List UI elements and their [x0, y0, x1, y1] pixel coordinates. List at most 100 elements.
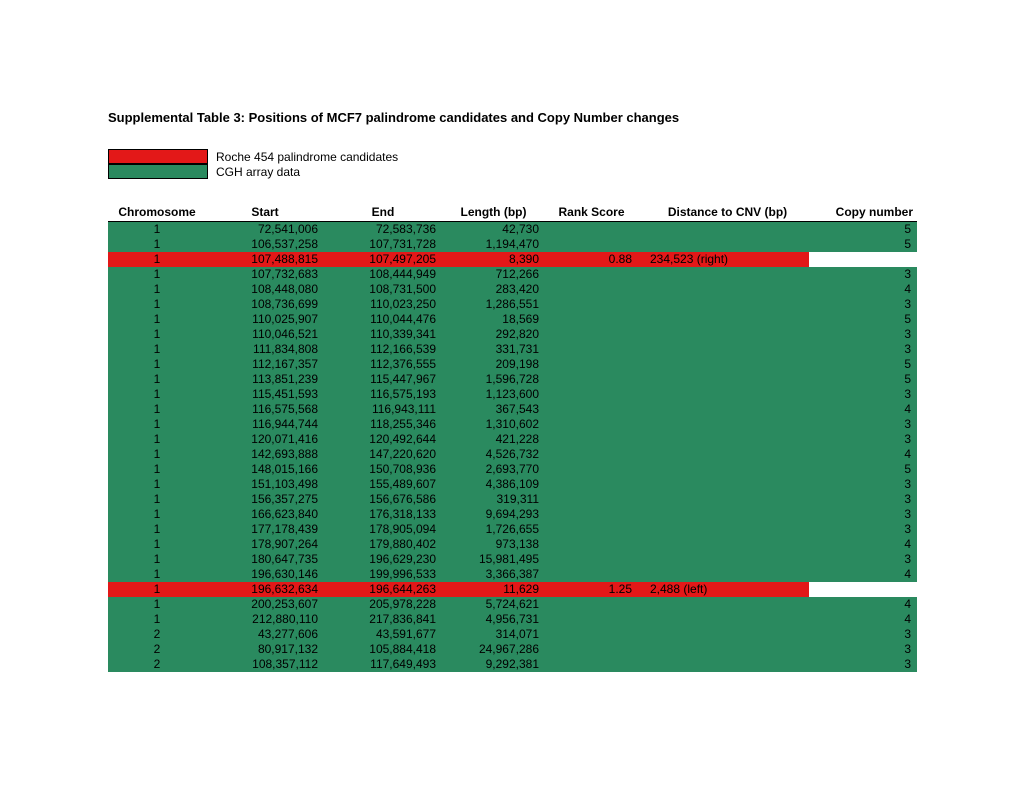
cell: 166,623,840	[206, 507, 324, 522]
cell: 3	[809, 507, 917, 522]
table-body: 172,541,00672,583,73642,73051106,537,258…	[108, 222, 917, 673]
table-row: 1110,025,907110,044,47618,5695	[108, 312, 917, 327]
table-row: 1166,623,840176,318,1339,694,2933	[108, 507, 917, 522]
cell: 212,880,110	[206, 612, 324, 627]
cell: 110,046,521	[206, 327, 324, 342]
cell: 1	[108, 567, 206, 582]
cell	[638, 522, 809, 537]
table-row: 1177,178,439178,905,0941,726,6553	[108, 522, 917, 537]
cell	[809, 582, 917, 597]
cell	[638, 297, 809, 312]
cell: 1	[108, 537, 206, 552]
cell: 11,629	[442, 582, 545, 597]
cell: 112,376,555	[324, 357, 442, 372]
cell: 5	[809, 357, 917, 372]
cell	[638, 237, 809, 252]
cell: 314,071	[442, 627, 545, 642]
cell: 2	[108, 657, 206, 672]
cell: 196,644,263	[324, 582, 442, 597]
cell: 156,676,586	[324, 492, 442, 507]
cell: 5,724,621	[442, 597, 545, 612]
cell: 108,357,112	[206, 657, 324, 672]
cell: 118,255,346	[324, 417, 442, 432]
table-row: 1116,944,744118,255,3461,310,6023	[108, 417, 917, 432]
cell: 179,880,402	[324, 537, 442, 552]
table-row: 243,277,60643,591,677314,0713	[108, 627, 917, 642]
cell: 115,447,967	[324, 372, 442, 387]
cell: 1	[108, 522, 206, 537]
cell	[545, 492, 638, 507]
cell: 42,730	[442, 222, 545, 238]
table-row: 1115,451,593116,575,1931,123,6003	[108, 387, 917, 402]
cell	[545, 612, 638, 627]
cell	[545, 447, 638, 462]
cell: 113,851,239	[206, 372, 324, 387]
cell: 43,591,677	[324, 627, 442, 642]
table-row: 1180,647,735196,629,23015,981,4953	[108, 552, 917, 567]
cell	[545, 462, 638, 477]
cell: 3	[809, 552, 917, 567]
cell: 283,420	[442, 282, 545, 297]
cell	[545, 627, 638, 642]
cell: 367,543	[442, 402, 545, 417]
cell: 178,907,264	[206, 537, 324, 552]
table-row: 1178,907,264179,880,402973,1384	[108, 537, 917, 552]
cell: 1	[108, 507, 206, 522]
cell: 150,708,936	[324, 462, 442, 477]
cell: 3	[809, 492, 917, 507]
cell: 108,448,080	[206, 282, 324, 297]
cell: 3	[809, 642, 917, 657]
cell	[638, 222, 809, 238]
cell	[638, 612, 809, 627]
cell	[545, 282, 638, 297]
col-distance: Distance to CNV (bp)	[638, 203, 809, 222]
cell: 142,693,888	[206, 447, 324, 462]
cell: 4	[809, 567, 917, 582]
table-row: 1151,103,498155,489,6074,386,1093	[108, 477, 917, 492]
cell: 0.88	[545, 252, 638, 267]
cell: 107,497,205	[324, 252, 442, 267]
cell: 4	[809, 597, 917, 612]
cell	[545, 267, 638, 282]
cell: 108,444,949	[324, 267, 442, 282]
cell	[545, 387, 638, 402]
cell: 5	[809, 237, 917, 252]
cell: 107,732,683	[206, 267, 324, 282]
legend: Roche 454 palindrome candidates CGH arra…	[108, 149, 912, 179]
cell	[545, 522, 638, 537]
cell: 1	[108, 342, 206, 357]
cell: 712,266	[442, 267, 545, 282]
cell: 147,220,620	[324, 447, 442, 462]
cell	[545, 477, 638, 492]
col-end: End	[324, 203, 442, 222]
cell	[638, 657, 809, 672]
cell: 1	[108, 447, 206, 462]
cell: 116,943,111	[324, 402, 442, 417]
table-row: 1120,071,416120,492,644421,2283	[108, 432, 917, 447]
cell	[545, 417, 638, 432]
cell	[545, 402, 638, 417]
cell: 3	[809, 387, 917, 402]
cell: 1	[108, 372, 206, 387]
cell: 3	[809, 522, 917, 537]
cell: 4	[809, 447, 917, 462]
cell: 1	[108, 597, 206, 612]
cell: 199,996,533	[324, 567, 442, 582]
cell: 1	[108, 552, 206, 567]
cell	[638, 567, 809, 582]
cell: 116,575,193	[324, 387, 442, 402]
cell: 107,488,815	[206, 252, 324, 267]
cell: 1	[108, 612, 206, 627]
cell: 8,390	[442, 252, 545, 267]
document-page: Supplemental Table 3: Positions of MCF7 …	[0, 0, 1020, 788]
cell: 110,339,341	[324, 327, 442, 342]
cell: 196,629,230	[324, 552, 442, 567]
table-row: 1196,632,634196,644,26311,6291.252,488 (…	[108, 582, 917, 597]
table-row: 280,917,132105,884,41824,967,2863	[108, 642, 917, 657]
cell: 80,917,132	[206, 642, 324, 657]
cell: 1	[108, 237, 206, 252]
cell	[545, 507, 638, 522]
cell: 43,277,606	[206, 627, 324, 642]
cell	[638, 432, 809, 447]
cell: 5	[809, 372, 917, 387]
